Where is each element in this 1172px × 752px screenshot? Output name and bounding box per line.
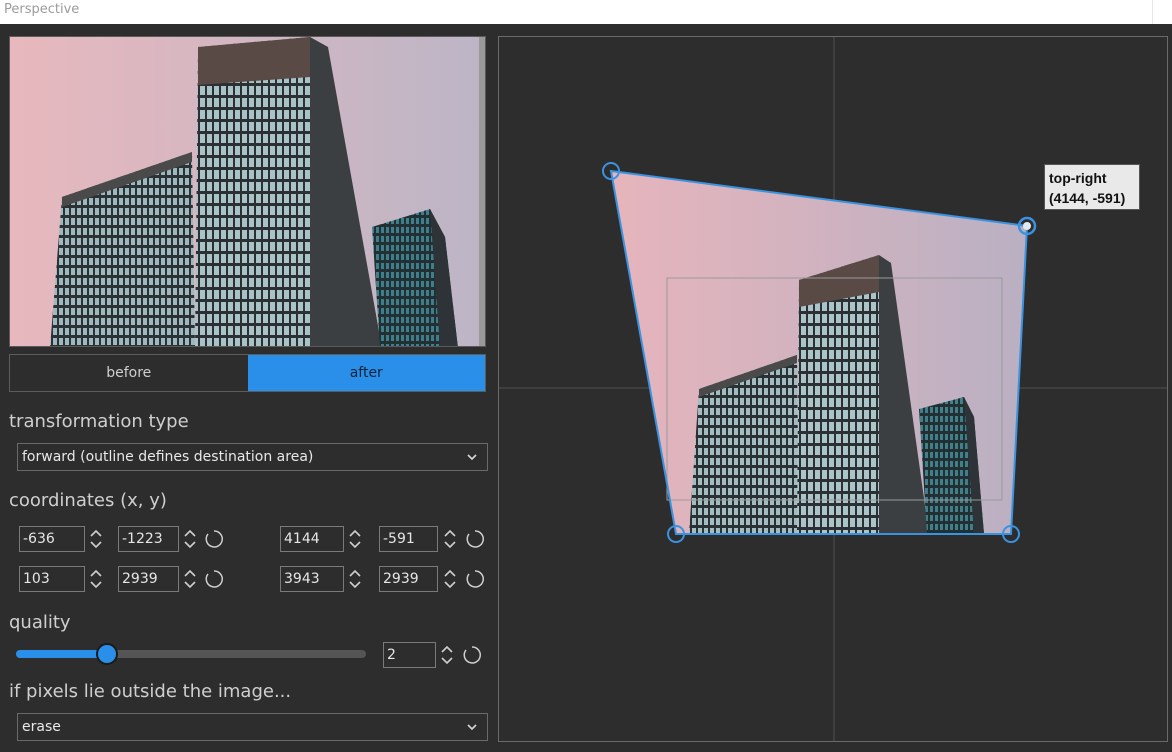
reset-circle-icon[interactable] bbox=[204, 569, 224, 589]
tooltip-coords: (4144, -591) bbox=[1049, 190, 1126, 206]
transformation-type-value: forward (outline defines destination are… bbox=[22, 449, 314, 465]
chevron-down-icon bbox=[467, 724, 477, 731]
after-button[interactable]: after bbox=[247, 355, 485, 391]
outside-pixels-label: if pixels lie outside the image... bbox=[9, 681, 292, 702]
updown-arrows-icon[interactable] bbox=[443, 526, 457, 552]
reset-circle-icon[interactable] bbox=[204, 529, 224, 549]
quality-slider[interactable] bbox=[16, 650, 366, 658]
perspective-canvas[interactable]: top-right (4144, -591) bbox=[498, 36, 1168, 742]
top-right-x-field[interactable]: 4144 bbox=[280, 526, 344, 552]
quality-slider-handle[interactable] bbox=[96, 643, 118, 665]
updown-arrows-icon[interactable] bbox=[89, 526, 103, 552]
top-right-handle-center bbox=[1023, 222, 1031, 230]
updown-arrows-icon[interactable] bbox=[183, 566, 197, 592]
preview-scrollbar[interactable] bbox=[479, 37, 485, 346]
transformation-type-label: transformation type bbox=[9, 411, 189, 432]
updown-arrows-icon[interactable] bbox=[348, 526, 362, 552]
corner-tooltip: top-right (4144, -591) bbox=[1044, 164, 1140, 210]
reset-circle-icon[interactable] bbox=[465, 569, 485, 589]
title-bar: Perspective bbox=[0, 0, 1172, 24]
bottom-left-y-field[interactable]: 2939 bbox=[118, 566, 179, 592]
before-button[interactable]: before bbox=[10, 355, 248, 391]
preview-image bbox=[9, 36, 486, 347]
top-left-x-field[interactable]: -636 bbox=[19, 526, 85, 552]
quality-slider-fill bbox=[16, 650, 107, 658]
updown-arrows-icon[interactable] bbox=[443, 566, 457, 592]
reset-circle-icon[interactable] bbox=[462, 645, 482, 665]
updown-arrows-icon[interactable] bbox=[348, 566, 362, 592]
updown-arrows-icon[interactable] bbox=[440, 642, 454, 668]
window-edge bbox=[1152, 0, 1172, 24]
outside-pixels-select[interactable]: erase bbox=[17, 713, 488, 741]
bottom-left-x-field[interactable]: 103 bbox=[19, 566, 85, 592]
outside-pixels-value: erase bbox=[22, 719, 61, 735]
reset-circle-icon[interactable] bbox=[465, 529, 485, 549]
window-title: Perspective bbox=[4, 2, 80, 17]
before-after-toggle: before after bbox=[9, 354, 486, 392]
top-left-y-field[interactable]: -1223 bbox=[118, 526, 179, 552]
chevron-down-icon bbox=[467, 454, 477, 461]
top-right-y-field[interactable]: -591 bbox=[379, 526, 438, 552]
coordinates-label: coordinates (x, y) bbox=[9, 490, 167, 511]
bottom-right-y-field[interactable]: 2939 bbox=[379, 566, 438, 592]
updown-arrows-icon[interactable] bbox=[183, 526, 197, 552]
transformation-type-select[interactable]: forward (outline defines destination are… bbox=[17, 443, 488, 471]
quality-label: quality bbox=[9, 612, 71, 633]
tooltip-title: top-right bbox=[1049, 170, 1107, 186]
bottom-right-x-field[interactable]: 3943 bbox=[280, 566, 344, 592]
quality-field[interactable]: 2 bbox=[383, 642, 436, 668]
updown-arrows-icon[interactable] bbox=[89, 566, 103, 592]
